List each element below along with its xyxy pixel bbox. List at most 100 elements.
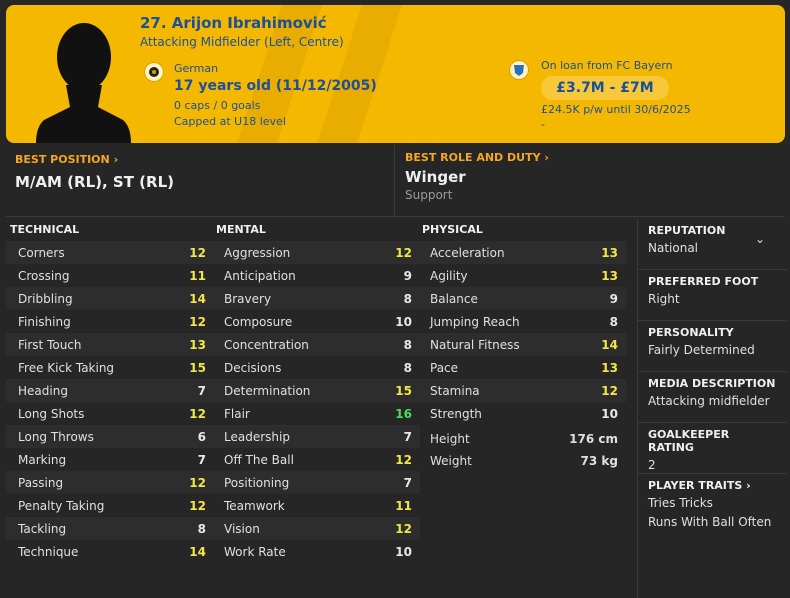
chevron-right-icon: ›: [113, 153, 119, 166]
media-label: MEDIA DESCRIPTION: [648, 377, 776, 390]
physical-title: PHYSICAL: [422, 223, 483, 236]
mental-attribute-row[interactable]: Positioning 7: [212, 471, 420, 494]
physical-attribute-row[interactable]: Natural Fitness 14: [418, 333, 626, 356]
attribute-value: 7: [403, 475, 412, 490]
attribute-value: 12: [395, 245, 412, 260]
media-value: Attacking midfielder: [648, 394, 770, 408]
technical-attribute-row[interactable]: Marking 7: [6, 448, 214, 471]
technical-attribute-row[interactable]: Penalty Taking 12: [6, 494, 214, 517]
weight-row: Weight 73 kg: [418, 450, 626, 472]
physical-attribute-row[interactable]: Strength 10: [418, 402, 626, 425]
mental-attribute-row[interactable]: Decisions 8: [212, 356, 420, 379]
attribute-name: Heading: [18, 383, 68, 398]
traits-link[interactable]: PLAYER TRAITS ›: [648, 479, 777, 492]
technical-attribute-row[interactable]: Dribbling 14: [6, 287, 214, 310]
height-row: Height 176 cm: [418, 428, 626, 450]
trait-item: Tries Tricks: [648, 496, 713, 510]
best-role-duty: Support: [405, 188, 453, 202]
mental-attribute-row[interactable]: Aggression 12: [212, 241, 420, 264]
mental-attribute-row[interactable]: Teamwork 11: [212, 494, 420, 517]
technical-attribute-row[interactable]: Free Kick Taking 15: [6, 356, 214, 379]
side-panel: REPUTATION National ⌄ PREFERRED FOOT Rig…: [637, 219, 787, 598]
technical-attribute-row[interactable]: First Touch 13: [6, 333, 214, 356]
attribute-value: 11: [395, 498, 412, 513]
technical-attribute-row[interactable]: Tackling 8: [6, 517, 214, 540]
attribute-value: 6: [197, 429, 206, 444]
physical-attribute-row[interactable]: Balance 9: [418, 287, 626, 310]
attribute-value: 14: [189, 544, 206, 559]
physical-attribute-row[interactable]: Acceleration 13: [418, 241, 626, 264]
best-position-link[interactable]: BEST POSITION ›: [15, 153, 118, 166]
physical-attribute-row[interactable]: Pace 13: [418, 356, 626, 379]
mental-attribute-row[interactable]: Vision 12: [212, 517, 420, 540]
club-badge-icon[interactable]: [509, 60, 529, 80]
attribute-value: 12: [189, 475, 206, 490]
attribute-name: Anticipation: [224, 268, 296, 283]
attribute-name: Flair: [224, 406, 250, 421]
technical-attribute-row[interactable]: Long Throws 6: [6, 425, 214, 448]
personality-label: PERSONALITY: [648, 326, 734, 339]
attribute-name: Technique: [18, 544, 79, 559]
physical-attribute-row[interactable]: Stamina 12: [418, 379, 626, 402]
best-role-label: BEST ROLE AND DUTY: [405, 151, 541, 164]
technical-title: TECHNICAL: [10, 223, 80, 236]
mental-attribute-row[interactable]: Off The Ball 12: [212, 448, 420, 471]
technical-attribute-row[interactable]: Passing 12: [6, 471, 214, 494]
mental-attribute-row[interactable]: Bravery 8: [212, 287, 420, 310]
mental-attribute-row[interactable]: Flair 16: [212, 402, 420, 425]
attribute-value: 10: [395, 314, 412, 329]
attribute-name: Long Throws: [18, 429, 94, 444]
attribute-name: Natural Fitness: [430, 337, 520, 352]
capped-level: Capped at U18 level: [174, 115, 286, 128]
technical-attribute-row[interactable]: Long Shots 12: [6, 402, 214, 425]
attribute-value: 12: [601, 383, 618, 398]
chevron-right-icon: ›: [544, 151, 549, 164]
mental-attribute-row[interactable]: Work Rate 10: [212, 540, 420, 563]
preferred-foot-label: PREFERRED FOOT: [648, 275, 759, 288]
best-position-value: M/AM (RL), ST (RL): [15, 173, 174, 191]
attribute-name: Passing: [18, 475, 64, 490]
attribute-value: 9: [609, 291, 618, 306]
attribute-value: 12: [395, 521, 412, 536]
loan-info[interactable]: On loan from FC Bayern: [541, 59, 673, 72]
physical-attribute-row[interactable]: Agility 13: [418, 264, 626, 287]
attribute-name: Finishing: [18, 314, 71, 329]
attribute-value: 7: [197, 452, 206, 467]
mental-title: MENTAL: [216, 223, 266, 236]
best-role-value: Winger: [405, 168, 466, 186]
preferred-foot-block: PREFERRED FOOT Right: [638, 270, 787, 321]
player-silhouette-icon: [36, 23, 131, 143]
attribute-value: 7: [403, 429, 412, 444]
attribute-name: Teamwork: [224, 498, 285, 513]
preferred-foot-value: Right: [648, 292, 680, 306]
technical-attribute-row[interactable]: Heading 7: [6, 379, 214, 402]
chevron-right-icon: ›: [746, 479, 751, 492]
physical-attribute-row[interactable]: Jumping Reach 8: [418, 310, 626, 333]
best-role-link[interactable]: BEST ROLE AND DUTY ›: [405, 151, 549, 164]
mental-attribute-row[interactable]: Determination 15: [212, 379, 420, 402]
attribute-name: First Touch: [18, 337, 82, 352]
attribute-name: Work Rate: [224, 544, 286, 559]
chevron-down-icon[interactable]: ⌄: [755, 232, 765, 246]
attribute-name: Corners: [18, 245, 65, 260]
traits-block: PLAYER TRAITS › Tries Tricks Runs With B…: [638, 474, 787, 533]
best-position-label: BEST POSITION: [15, 153, 110, 166]
technical-attribute-row[interactable]: Finishing 12: [6, 310, 214, 333]
attribute-name: Crossing: [18, 268, 70, 283]
player-role: Attacking Midfielder (Left, Centre): [140, 35, 344, 49]
mental-attribute-row[interactable]: Composure 10: [212, 310, 420, 333]
attribute-name: Tackling: [18, 521, 67, 536]
attribute-name: Stamina: [430, 383, 480, 398]
technical-attribute-row[interactable]: Corners 12: [6, 241, 214, 264]
wage-contract: £24.5K p/w until 30/6/2025: [541, 103, 691, 116]
technical-attribute-row[interactable]: Technique 14: [6, 540, 214, 563]
mental-attribute-row[interactable]: Leadership 7: [212, 425, 420, 448]
mental-attribute-row[interactable]: Concentration 8: [212, 333, 420, 356]
personality-block: PERSONALITY Fairly Determined: [638, 321, 787, 372]
height-label: Height: [430, 432, 470, 446]
attribute-name: Long Shots: [18, 406, 85, 421]
attribute-name: Free Kick Taking: [18, 360, 115, 375]
mental-attribute-row[interactable]: Anticipation 9: [212, 264, 420, 287]
technical-attribute-row[interactable]: Crossing 11: [6, 264, 214, 287]
reputation-block[interactable]: REPUTATION National ⌄: [638, 219, 787, 270]
